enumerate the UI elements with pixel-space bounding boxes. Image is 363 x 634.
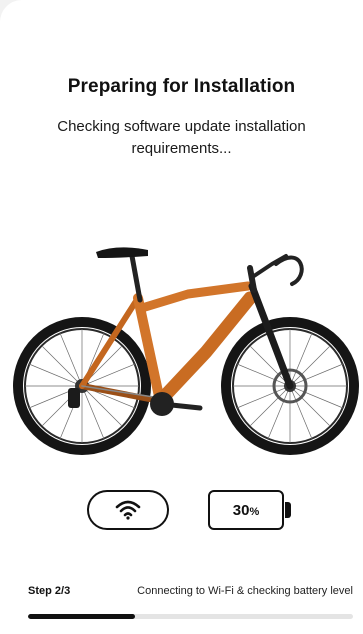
battery-level: 30% <box>232 501 260 519</box>
battery-icon: 30% <box>208 490 284 530</box>
page-subtitle: Checking software update installation re… <box>57 118 306 157</box>
battery-tip <box>285 502 291 518</box>
page-title: Preparing for Installation <box>67 76 296 97</box>
wifi-status-pill <box>87 490 169 530</box>
step-description: Connecting to Wi-Fi & checking battery l… <box>137 585 353 597</box>
wifi-icon <box>115 500 141 520</box>
progress-fill <box>28 614 136 619</box>
bike-illustration <box>13 247 359 455</box>
install-screen: Preparing for Installation Checking soft… <box>0 0 363 634</box>
step-indicator: Step 2/3 <box>28 585 71 597</box>
saddle <box>96 247 148 258</box>
progress-bar <box>28 614 353 619</box>
